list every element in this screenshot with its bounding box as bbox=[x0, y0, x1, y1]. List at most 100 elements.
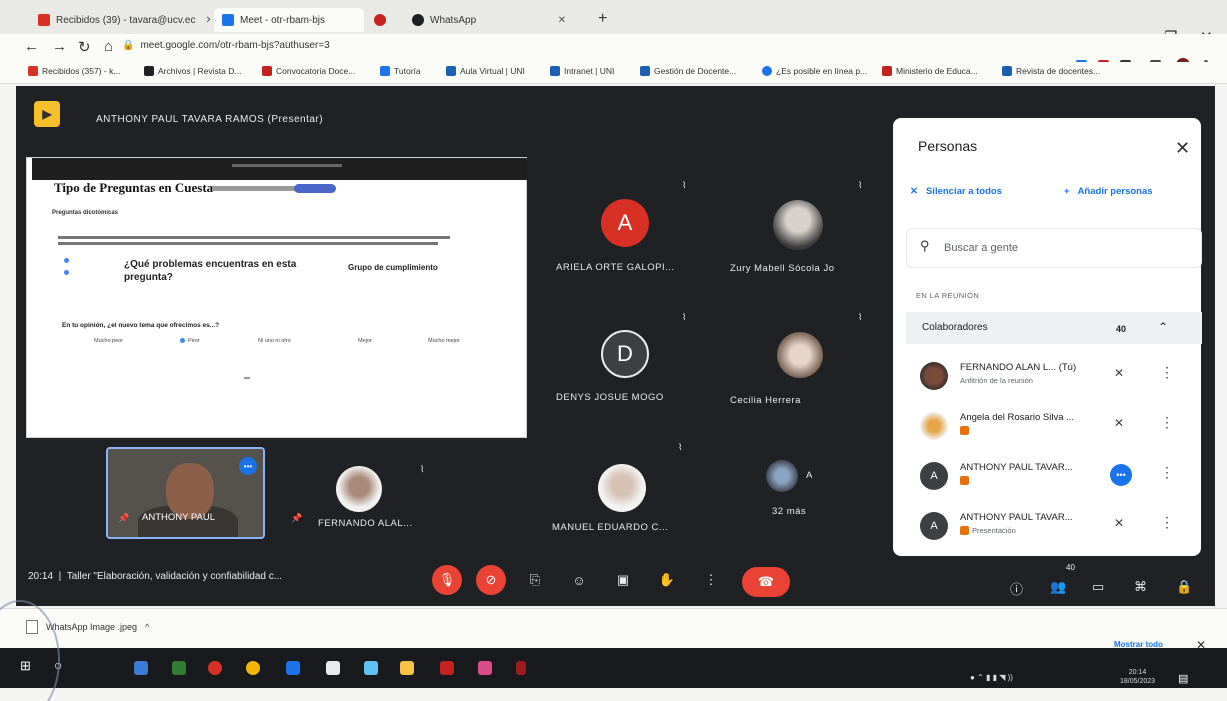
bookmark-item[interactable]: Gestión de Docente... bbox=[640, 66, 736, 76]
bookmark-icon bbox=[882, 66, 892, 76]
bookmark-item[interactable]: Archivos | Revista D... bbox=[144, 66, 241, 76]
pin-icon[interactable]: 📌 bbox=[118, 513, 129, 524]
more-options-icon[interactable]: ⋮ bbox=[1160, 464, 1174, 481]
add-people-label: Añadir personas bbox=[1077, 186, 1153, 197]
home-icon[interactable]: ⌂ bbox=[104, 38, 113, 55]
presentation-slide[interactable] bbox=[26, 157, 527, 438]
bookmark-item[interactable]: ¿Es posible en línea p... bbox=[762, 66, 867, 76]
group-count: 40 bbox=[1116, 324, 1127, 334]
slide-option: Mucho mejor bbox=[428, 338, 460, 344]
pen-icon[interactable] bbox=[326, 661, 340, 675]
pin-icon[interactable]: 📌 bbox=[291, 513, 302, 524]
mic-off-button[interactable]: 🎙 bbox=[432, 565, 462, 595]
app-icon[interactable] bbox=[478, 661, 492, 675]
close-icon[interactable]: ✕ bbox=[1175, 138, 1190, 159]
mic-off-icon: ⌇ bbox=[682, 180, 687, 190]
more-options-icon[interactable]: ⋮ bbox=[1160, 414, 1174, 431]
tab-recording[interactable]: ✕ bbox=[366, 8, 396, 32]
participant-row-name: ANTHONY PAUL TAVAR... bbox=[960, 512, 1073, 523]
bookmark-item[interactable]: Ministerio de Educa... bbox=[882, 66, 978, 76]
raise-hand-button[interactable]: ✋ bbox=[652, 565, 682, 595]
bookmark-label: Ministerio de Educa... bbox=[896, 66, 978, 76]
captions-button[interactable]: ⎘ bbox=[520, 565, 550, 595]
search-icon: ⚲ bbox=[920, 238, 930, 253]
bookmark-icon bbox=[446, 66, 456, 76]
taskview-icon[interactable] bbox=[134, 661, 148, 675]
participant-row[interactable]: A ANTHONY PAUL TAVAR... ••• ⋮ bbox=[906, 452, 1202, 500]
close-icon[interactable]: ✕ bbox=[558, 15, 566, 26]
self-video-tile[interactable]: ••• ANTHONY PAUL bbox=[106, 447, 265, 539]
downloads-bar bbox=[0, 608, 1227, 648]
end-call-button[interactable]: ☎ bbox=[742, 567, 790, 597]
add-people-button[interactable]: + Añadir personas bbox=[1064, 186, 1153, 197]
tab-meet[interactable]: Meet - otr-rbam-bjs bbox=[214, 8, 364, 32]
group-label: Colaboradores bbox=[922, 322, 988, 333]
chevron-up-icon[interactable]: ⌃ bbox=[1158, 320, 1168, 334]
avatar: A bbox=[920, 462, 948, 490]
more-options-icon[interactable]: ⋮ bbox=[1160, 364, 1174, 381]
participant-row[interactable]: A ANTHONY PAUL TAVAR... Presentación ✕ ⋮ bbox=[906, 502, 1202, 550]
mute-all-button[interactable]: ✕ Silenciar a todos bbox=[910, 186, 1002, 197]
chrome-icon[interactable] bbox=[246, 661, 260, 675]
bookmark-item[interactable]: Tutoría bbox=[380, 66, 421, 76]
chrome-icon[interactable] bbox=[208, 661, 222, 675]
bookmark-item[interactable]: Convocatoria Doce... bbox=[262, 66, 355, 76]
slide-question: ¿Qué problemas encuentras en esta pregun… bbox=[124, 259, 297, 283]
mic-off-icon: ⌇ bbox=[420, 464, 425, 474]
new-tab-button[interactable]: + bbox=[598, 10, 607, 28]
info-icon[interactable]: ⓘ bbox=[1010, 579, 1023, 598]
mic-off-icon[interactable]: ✕ bbox=[1114, 366, 1124, 380]
activities-icon[interactable]: ⌘ bbox=[1134, 579, 1147, 595]
more-options-icon[interactable]: ••• bbox=[239, 457, 257, 475]
people-icon[interactable]: 👥 bbox=[1050, 579, 1066, 595]
store-icon[interactable] bbox=[286, 661, 300, 675]
participant-row[interactable]: FERNANDO ALAN L... (Tú) Anfitrión de la … bbox=[906, 352, 1202, 400]
tray-icons[interactable]: ● ⌃ ▮ ▮ ◥ )) bbox=[970, 673, 1013, 682]
app-icon[interactable] bbox=[516, 661, 526, 675]
present-button[interactable]: ▣ bbox=[608, 565, 638, 595]
bookmark-item[interactable]: Revista de docentes... bbox=[1002, 66, 1100, 76]
chevron-up-icon[interactable]: ^ bbox=[145, 622, 149, 632]
folder-icon[interactable] bbox=[400, 661, 414, 675]
bookmark-icon bbox=[380, 66, 390, 76]
mic-off-icon[interactable]: ✕ bbox=[1114, 416, 1124, 430]
tab-gmail[interactable]: Recibidos (39) - tavara@ucv.ec ✕ bbox=[30, 8, 210, 32]
avatar bbox=[777, 332, 823, 378]
lock-icon: 🔒 bbox=[122, 40, 135, 51]
close-icon[interactable]: ✕ bbox=[205, 15, 210, 26]
address-bar[interactable]: 🔒 meet.google.com/otr-rbam-bjs?authuser=… bbox=[122, 40, 330, 51]
host-controls-icon[interactable]: 🔒 bbox=[1176, 579, 1192, 595]
more-participants-label[interactable]: 32 más bbox=[772, 506, 806, 517]
emoji-button[interactable]: ☺ bbox=[564, 565, 594, 595]
search-input[interactable]: Buscar a gente bbox=[944, 242, 1018, 254]
slide-text-line bbox=[58, 242, 438, 245]
bookmark-item[interactable]: Intranet | UNI bbox=[550, 66, 614, 76]
chat-icon[interactable]: ▭ bbox=[1092, 579, 1104, 595]
tab-whatsapp[interactable]: WhatsApp ✕ bbox=[404, 8, 574, 32]
download-filename: WhatsApp Image .jpeg bbox=[46, 622, 138, 632]
screenshot-root: Recibidos (39) - tavara@ucv.ec ✕ Meet - … bbox=[0, 0, 1227, 701]
more-options-icon[interactable]: ⋮ bbox=[1160, 514, 1174, 531]
taskbar-clock[interactable]: 20:14 18/05/2023 bbox=[1120, 668, 1155, 686]
bookmark-icon bbox=[762, 66, 772, 76]
reload-icon[interactable]: ↻ bbox=[78, 38, 91, 56]
bookmark-icon bbox=[144, 66, 154, 76]
mic-off-icon[interactable]: ✕ bbox=[1114, 516, 1124, 530]
notification-icon[interactable]: ▤ bbox=[1178, 672, 1188, 685]
slide-option: Peor bbox=[188, 338, 200, 344]
slide-option: Ni uno ni otro bbox=[258, 338, 291, 344]
forward-icon[interactable]: → bbox=[52, 38, 67, 55]
app-icon[interactable] bbox=[172, 661, 186, 675]
participant-row[interactable]: Angela del Rosario Silva ... ✕ ⋮ bbox=[906, 402, 1202, 450]
phone-icon[interactable] bbox=[364, 661, 378, 675]
more-options-button[interactable]: ⋮ bbox=[696, 565, 726, 595]
participant-name: DENYS JOSUE MOGO bbox=[556, 392, 664, 403]
whatsapp-icon bbox=[412, 14, 424, 26]
camera-off-button[interactable]: ⊘ bbox=[476, 565, 506, 595]
bookmark-item[interactable]: Recibidos (357) - k... bbox=[28, 66, 120, 76]
bookmark-item[interactable]: Aula Virtual | UNI bbox=[446, 66, 525, 76]
acrobat-icon[interactable] bbox=[440, 661, 454, 675]
back-icon[interactable]: ← bbox=[24, 38, 39, 55]
self-tile-label: ANTHONY PAUL bbox=[142, 512, 216, 523]
bookmark-label: Gestión de Docente... bbox=[654, 66, 737, 76]
